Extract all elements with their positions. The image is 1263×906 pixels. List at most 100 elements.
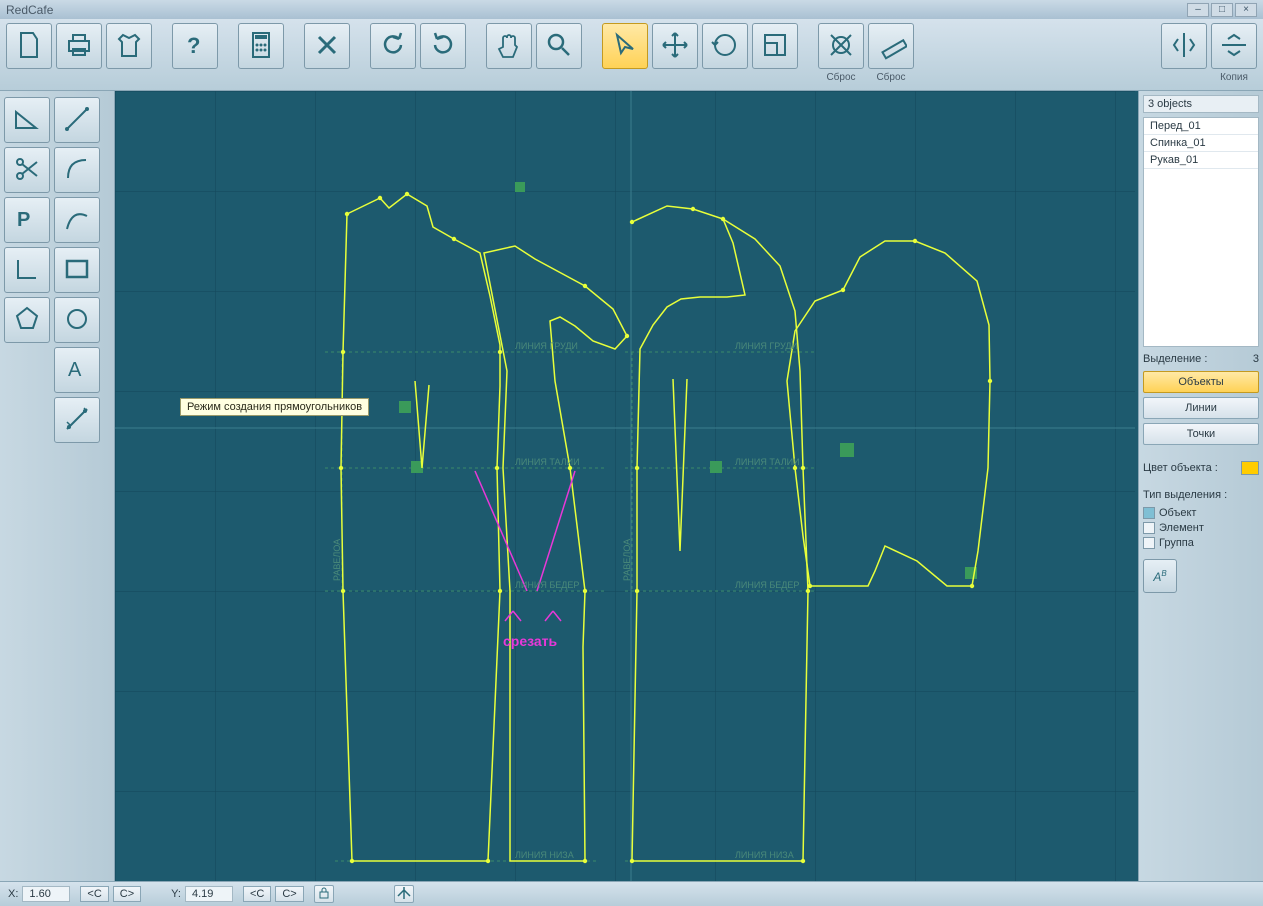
- mirror-v-button[interactable]: [1161, 23, 1207, 69]
- line-tool[interactable]: [54, 97, 100, 143]
- tab-points[interactable]: Точки: [1143, 423, 1259, 445]
- mirror-v-icon: [1168, 29, 1200, 64]
- label-bottom-2: ЛИНИЯ НИЗА: [735, 850, 794, 860]
- label-waist-2: ЛИНИЯ ТАЛИИ: [735, 457, 800, 467]
- move-icon: [659, 29, 691, 64]
- print-button[interactable]: [56, 23, 102, 69]
- list-item[interactable]: Спинка_01: [1144, 135, 1258, 152]
- help-button[interactable]: ?: [172, 23, 218, 69]
- lock-button[interactable]: [314, 885, 334, 903]
- scale-button[interactable]: [752, 23, 798, 69]
- main-toolbar: ? Сброс Сброс Копия: [0, 19, 1263, 91]
- reset1-button[interactable]: Сброс: [818, 23, 864, 69]
- check-group-label: Группа: [1159, 537, 1194, 549]
- selection-count: 3: [1253, 353, 1259, 365]
- point-tool[interactable]: P: [4, 197, 50, 243]
- reset2-button[interactable]: Сброс: [868, 23, 914, 69]
- arc-icon: [62, 154, 92, 187]
- x-increase[interactable]: C>: [113, 886, 141, 902]
- snap-icon: [397, 886, 411, 903]
- corner-icon: [12, 254, 42, 287]
- y-label: Y:: [171, 888, 181, 900]
- undo-button[interactable]: [370, 23, 416, 69]
- new-file-button[interactable]: [6, 23, 52, 69]
- garment-button[interactable]: [106, 23, 152, 69]
- reset1-label: Сброс: [826, 72, 855, 83]
- file-icon: [13, 29, 45, 64]
- label-chest-1: ЛИНИЯ ГРУДИ: [515, 341, 578, 351]
- ruler-icon: [875, 29, 907, 64]
- label-hip-2: ЛИНИЯ БЕДЕР: [735, 580, 799, 590]
- dimension-tool[interactable]: [54, 397, 100, 443]
- y-value: 4.19: [185, 886, 233, 902]
- y-increase[interactable]: C>: [275, 886, 303, 902]
- scissors-icon: [12, 154, 42, 187]
- y-decrease[interactable]: <C: [243, 886, 271, 902]
- mirror-h-button[interactable]: Копия: [1211, 23, 1257, 69]
- objects-list[interactable]: Перед_01 Спинка_01 Рукав_01: [1143, 117, 1259, 347]
- tooltip: Режим создания прямоугольников: [180, 398, 369, 416]
- scale-icon: [759, 29, 791, 64]
- snap-button[interactable]: [394, 885, 414, 903]
- cut-tool[interactable]: [4, 147, 50, 193]
- tab-objects[interactable]: Объекты: [1143, 371, 1259, 393]
- curve-tool[interactable]: [54, 197, 100, 243]
- zoom-button[interactable]: [536, 23, 582, 69]
- check-group[interactable]: [1143, 537, 1155, 549]
- point-icon: P: [12, 204, 42, 237]
- redo-button[interactable]: [420, 23, 466, 69]
- right-panel: 3 objects Перед_01 Спинка_01 Рукав_01 Вы…: [1138, 91, 1263, 881]
- calculator-icon: [245, 29, 277, 64]
- label-balance-1: РАВЕЛОА: [332, 539, 342, 581]
- list-item[interactable]: Рукав_01: [1144, 152, 1258, 169]
- drawing-canvas[interactable]: ЛИНИЯ ГРУДИ ЛИНИЯ ГРУДИ ЛИНИЯ ТАЛИИ ЛИНИ…: [115, 91, 1138, 881]
- arc-tool[interactable]: [54, 147, 100, 193]
- objects-count: 3 objects: [1143, 95, 1259, 113]
- status-bar: X: 1.60 <C C> Y: 4.19 <C C>: [0, 881, 1263, 906]
- shape-tool[interactable]: [4, 297, 50, 343]
- angle-icon: [12, 104, 42, 137]
- cut-annotation: срезать: [503, 633, 558, 649]
- select-button[interactable]: [602, 23, 648, 69]
- close-button[interactable]: ×: [1235, 3, 1257, 17]
- undo-icon: [377, 29, 409, 64]
- polygon-icon: [12, 304, 42, 337]
- circle-tool[interactable]: [54, 297, 100, 343]
- text-label-tool[interactable]: AB: [1143, 559, 1177, 593]
- delete-button[interactable]: [304, 23, 350, 69]
- text-tool[interactable]: A: [54, 347, 100, 393]
- check-element-label: Элемент: [1159, 522, 1204, 534]
- color-swatch[interactable]: [1241, 461, 1259, 475]
- redo-icon: [427, 29, 459, 64]
- x-label: X:: [8, 888, 18, 900]
- print-icon: [63, 29, 95, 64]
- mirror-h-icon: [1218, 29, 1250, 64]
- delete-icon: [311, 29, 343, 64]
- selection-label: Выделение :: [1143, 353, 1207, 365]
- x-decrease[interactable]: <C: [80, 886, 108, 902]
- svg-text:A: A: [68, 359, 82, 381]
- minimize-button[interactable]: –: [1187, 3, 1209, 17]
- list-item[interactable]: Перед_01: [1144, 118, 1258, 135]
- label-waist-1: ЛИНИЯ ТАЛИИ: [515, 457, 580, 467]
- rotate-icon: [709, 29, 741, 64]
- calculator-button[interactable]: [238, 23, 284, 69]
- svg-text:?: ?: [187, 33, 200, 58]
- pan-button[interactable]: [486, 23, 532, 69]
- left-tool-panel: P A: [0, 91, 115, 881]
- corner-tool[interactable]: [4, 247, 50, 293]
- rectangle-tool[interactable]: [54, 247, 100, 293]
- maximize-button[interactable]: □: [1211, 3, 1233, 17]
- tab-lines[interactable]: Линии: [1143, 397, 1259, 419]
- check-element[interactable]: [1143, 522, 1155, 534]
- cursor-icon: [609, 29, 641, 64]
- help-icon: ?: [179, 29, 211, 64]
- circle-icon: [62, 304, 92, 337]
- label-hip-1: ЛИНИЯ БЕДЕР: [515, 580, 579, 590]
- rotate-button[interactable]: [702, 23, 748, 69]
- move-button[interactable]: [652, 23, 698, 69]
- angle-tool[interactable]: [4, 97, 50, 143]
- ab-icon: AB: [1153, 569, 1166, 584]
- app-title: RedCafe: [6, 3, 53, 17]
- check-object[interactable]: [1143, 507, 1155, 519]
